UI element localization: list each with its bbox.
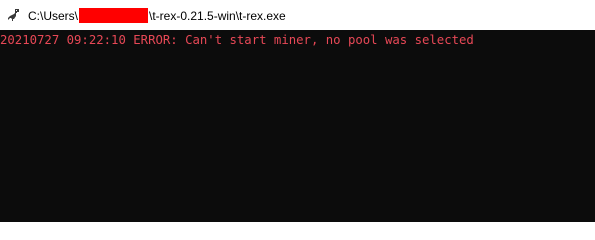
- window-title-prefix: C:\Users\: [28, 9, 79, 23]
- console-output-area[interactable]: 20210727 09:22:10 ERROR: Can't start min…: [0, 30, 595, 222]
- t-rex-dinosaur-icon: [7, 8, 21, 22]
- console-window: C:\Users\ \t-rex-0.21.5-win\t-rex.exe 202…: [0, 0, 595, 222]
- console-error-line: 20210727 09:22:10 ERROR: Can't start min…: [0, 33, 474, 47]
- window-title-suffix: \t-rex-0.21.5-win\t-rex.exe: [149, 9, 286, 23]
- redacted-username-block: [79, 8, 149, 23]
- title-bar[interactable]: C:\Users\ \t-rex-0.21.5-win\t-rex.exe: [0, 0, 595, 30]
- window-title: C:\Users\ \t-rex-0.21.5-win\t-rex.exe: [28, 8, 286, 23]
